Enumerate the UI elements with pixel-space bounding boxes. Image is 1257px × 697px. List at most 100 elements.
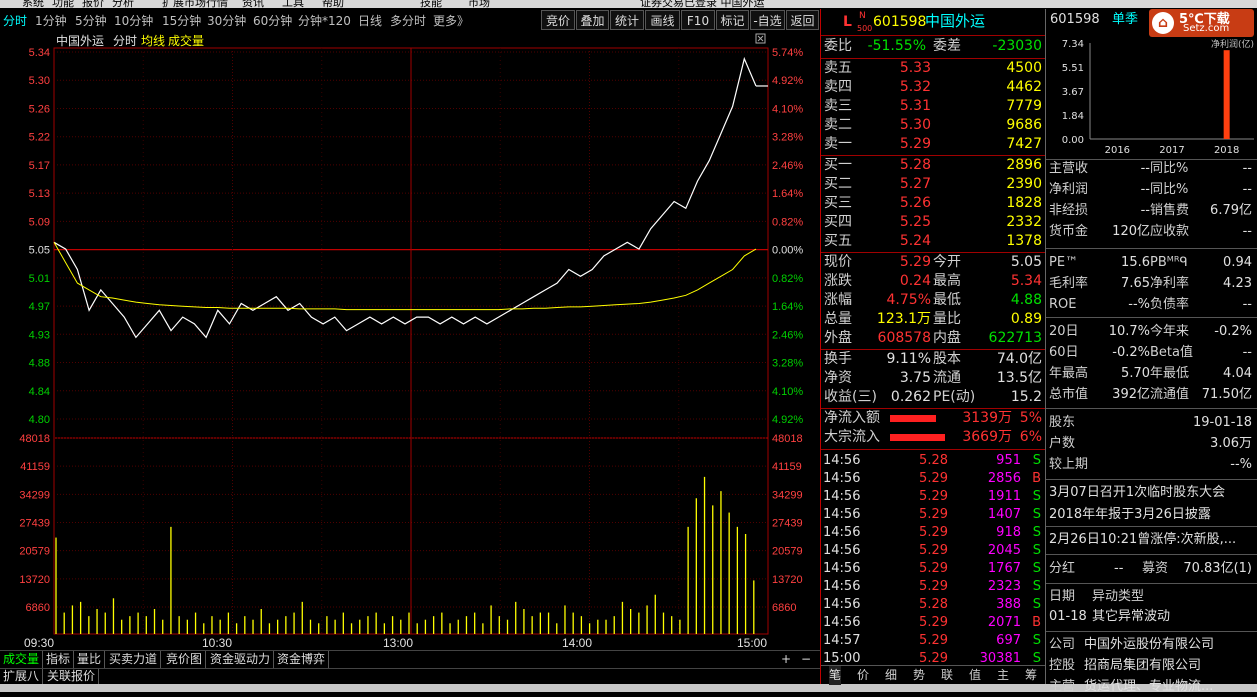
indicator-tab-5[interactable]: 资金驱动力 [207, 651, 275, 668]
menu-item[interactable]: 报价 [82, 0, 104, 8]
toolbar-button-1[interactable]: 叠加 [576, 10, 609, 30]
menu-item[interactable]: 功能 [52, 0, 74, 8]
stat-label: 股本 [933, 351, 961, 367]
toolbar-button-7[interactable]: 返回 [786, 10, 819, 30]
tick-time: 14:56 [823, 453, 861, 468]
tick-volume: 2856 [987, 471, 1021, 486]
indicator-tab-2[interactable]: 量比 [74, 651, 106, 668]
period-8[interactable]: 日线 [358, 12, 382, 29]
fund-row: PE™ 15.6 PBᴹᴿᑫ 0.94 [1046, 253, 1257, 273]
quote-tab-0[interactable]: 笔 [829, 666, 842, 685]
flow-bar [890, 434, 945, 441]
add-tab-button[interactable]: + [778, 651, 794, 668]
divider [1046, 554, 1257, 555]
indicator-tab-6[interactable]: 资金博弈 [274, 651, 330, 668]
fund-label: 20日 [1049, 324, 1079, 339]
fund-value: -0.2% [1214, 324, 1252, 339]
dividend-label: 分红 [1049, 561, 1076, 576]
stat-value: 622713 [988, 330, 1042, 346]
time-tick: 09:30 [24, 636, 54, 649]
period-3[interactable]: 10分钟 [114, 12, 153, 29]
tick-price: 5.29 [919, 561, 948, 576]
bid-row: 买一 5.28 2896 [821, 156, 1046, 175]
toolbar-button-5[interactable]: 标记 [716, 10, 749, 30]
period-5[interactable]: 30分钟 [207, 12, 246, 29]
period-7[interactable]: 分钟*120 [298, 12, 351, 29]
holder-value: 3.06万 [1210, 436, 1252, 451]
price-tick: 5.09 [29, 216, 50, 228]
company-row: 控股 招商局集团有限公司 [1046, 656, 1257, 676]
news-text: 2月26日10:21曾涨停:次新股,... [1049, 532, 1237, 547]
quote-tab-4[interactable]: 联 [941, 666, 953, 685]
fund-tab[interactable]: 单季 [1112, 10, 1138, 30]
weidiff-value: -23030 [992, 38, 1042, 54]
menu-item[interactable]: 扩展市场行情 [162, 0, 228, 8]
quote-tab-1[interactable]: 价 [857, 666, 869, 685]
period-10[interactable]: 更多》 [433, 12, 469, 29]
period-2[interactable]: 5分钟 [75, 12, 107, 29]
fund-value: -- [1242, 297, 1252, 312]
remove-tab-button[interactable]: − [798, 651, 814, 668]
fund-code: 601598 [1050, 12, 1100, 27]
ask-volume: 9686 [1006, 117, 1042, 133]
price-tick: 5.17 [29, 160, 50, 172]
ask-price: 5.29 [899, 136, 931, 152]
dividend-row: 分红 -- 募资 70.83亿(1) [1046, 559, 1257, 579]
close-icon[interactable] [755, 33, 766, 44]
event-row: 01-18 其它异常波动 [1046, 607, 1257, 627]
news-item[interactable]: 3月07日召开1次临时股东大会 [1046, 483, 1257, 503]
toolbar-button-2[interactable]: 统计 [610, 10, 644, 30]
indicator-tab-1[interactable]: 指标 [43, 651, 75, 668]
pct-tick: 4.10% [772, 386, 803, 398]
period-0[interactable]: 分时 [3, 12, 27, 29]
divider [1046, 526, 1257, 527]
menu-item[interactable]: 分析 [112, 0, 134, 8]
period-9[interactable]: 多分时 [390, 12, 426, 29]
menu-item[interactable]: 资讯 [242, 0, 264, 8]
stock-code: 601598 [873, 14, 927, 30]
company-row: 公司 中国外运股份有限公司 [1046, 635, 1257, 655]
toolbar-button-4[interactable]: F10 [681, 10, 715, 30]
toolbar-button-6[interactable]: -自选 [750, 10, 785, 30]
profit-mini-chart: 净利润(亿) 7.34 5.51 3.67 1.84 0.00 2016 2017 2018 [1062, 38, 1254, 156]
menu-item[interactable]: 工具 [282, 0, 304, 8]
quote-tab-7[interactable]: 筹 [1025, 666, 1037, 685]
tick-volume: 2323 [987, 579, 1021, 594]
stock-name: 中国外运 [925, 12, 986, 30]
fund-label: 今年来 [1150, 324, 1190, 339]
news-item[interactable]: 2月26日10:21曾涨停:次新股,... [1046, 530, 1257, 550]
period-4[interactable]: 15分钟 [162, 12, 201, 29]
quote-tab-6[interactable]: 主 [997, 666, 1009, 685]
stat-row: 涨跌 0.24 最高 5.34 [821, 272, 1046, 291]
period-6[interactable]: 60分钟 [253, 12, 292, 29]
toolbar-button-3[interactable]: 画线 [645, 10, 680, 30]
mini-y-tick: 5.51 [1062, 63, 1084, 74]
intraday-chart[interactable]: 5.34 5.74% 5.30 4.92% 5.26 4.10% 5.22 3.28% 5.17… [0, 31, 820, 650]
quote-tab-2[interactable]: 细 [885, 666, 897, 685]
fund-label: 流通值 [1150, 387, 1190, 402]
extension-tab-0[interactable]: 扩展八 [0, 669, 44, 684]
extension-tab-1[interactable]: 关联报价 [44, 669, 100, 684]
stat-row: 换手 9.11% 股本 74.0亿 [821, 350, 1046, 369]
menu-item[interactable]: 市场 [468, 0, 490, 8]
menu-item[interactable]: 帮助 [322, 0, 344, 8]
period-1[interactable]: 1分钟 [35, 12, 67, 29]
mini-y-tick: 0.00 [1062, 135, 1084, 146]
divider [821, 35, 1046, 36]
indicator-tab-0[interactable]: 成交量 [0, 651, 44, 668]
toolbar-button-0[interactable]: 竞价 [541, 10, 575, 30]
ask-label: 卖二 [824, 117, 852, 133]
fund-row: 毛利率 7.65 净利率 4.23 [1046, 274, 1257, 294]
menu-item[interactable]: 系统 [22, 0, 44, 8]
quote-tab-5[interactable]: 值 [969, 666, 981, 685]
stat-value: 4.88 [1010, 292, 1042, 308]
price-tick: 5.22 [29, 132, 50, 144]
indicator-tab-3[interactable]: 买卖力道 [106, 651, 162, 668]
indicator-tab-4[interactable]: 竞价图 [163, 651, 207, 668]
stat-value: 0.24 [899, 273, 931, 289]
menu-item[interactable]: 技能 [420, 0, 442, 8]
quote-tab-3[interactable]: 势 [913, 666, 925, 685]
stat-row: 涨幅 4.75% 最低 4.88 [821, 291, 1046, 310]
news-item[interactable]: 2018年年报于3月26日披露 [1046, 505, 1257, 525]
volume-tick: 41159 [20, 461, 50, 473]
